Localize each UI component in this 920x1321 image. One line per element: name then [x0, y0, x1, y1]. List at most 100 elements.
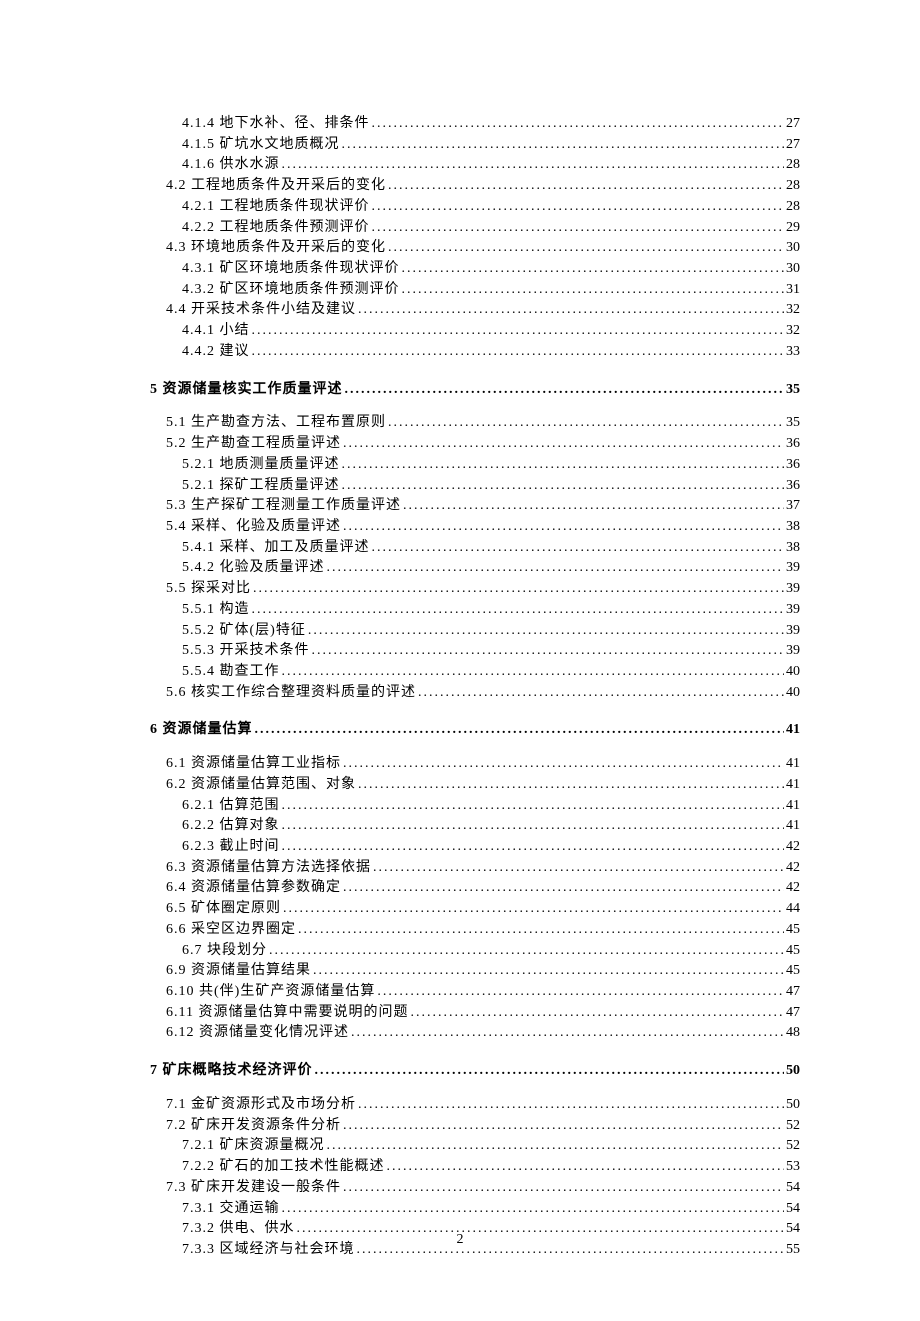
toc-leader-dots: [356, 300, 784, 321]
toc-page: 36: [784, 434, 800, 455]
toc-leader-dots: [416, 683, 784, 704]
toc-leader-dots: [341, 517, 784, 538]
toc-page: 52: [784, 1136, 800, 1157]
toc-leader-dots: [400, 259, 785, 280]
toc-page: 40: [784, 662, 800, 683]
toc-page: 48: [784, 1023, 800, 1044]
toc-leader-dots: [386, 176, 784, 197]
toc-page: 35: [784, 413, 800, 434]
toc-leader-dots: [370, 538, 785, 559]
toc-label: 7.3.1 交通运输: [182, 1199, 280, 1220]
toc-page: 36: [784, 476, 800, 497]
toc-entry: 6 资源储量估算41: [150, 720, 800, 741]
toc-entry: 4.3.1 矿区环境地质条件现状评价 30: [150, 259, 800, 280]
toc-page: 30: [784, 238, 800, 259]
toc-label: 4.1.6 供水水源: [182, 155, 280, 176]
toc-label: 4.4.1 小结: [182, 321, 250, 342]
toc-entry: 4.3 环境地质条件及开采后的变化30: [150, 238, 800, 259]
toc-page: 28: [784, 155, 800, 176]
toc-label: 6.2.1 估算范围: [182, 796, 280, 817]
toc-page: 50: [784, 1095, 800, 1116]
toc-label: 6.2 资源储量估算范围、对象: [166, 775, 356, 796]
toc-label: 5.5.4 勘查工作: [182, 662, 280, 683]
toc-leader-dots: [385, 1157, 785, 1178]
toc-label: 5.5.2 矿体(层)特征: [182, 621, 306, 642]
toc-label: 6.5 矿体圈定原则: [166, 899, 281, 920]
toc-label: 5.2.1 探矿工程质量评述: [182, 476, 340, 497]
toc-entry: 6.2.3 截止时间42: [150, 837, 800, 858]
toc-leader-dots: [253, 720, 785, 741]
toc-entry: 5.5 探采对比39: [150, 579, 800, 600]
toc-leader-dots: [341, 1178, 784, 1199]
toc-leader-dots: [375, 982, 784, 1003]
toc-entry: 6.2.2 估算对象41: [150, 816, 800, 837]
toc-entry: 5.6 核实工作综合整理资料质量的评述40: [150, 683, 800, 704]
toc-leader-dots: [341, 754, 784, 775]
toc-leader-dots: [280, 662, 785, 683]
toc-label: 4.4.2 建议: [182, 342, 250, 363]
table-of-contents: 4.1.4 地下水补、径、排条件274.1.5 矿坑水文地质概况274.1.6 …: [150, 114, 800, 1261]
toc-page: 39: [784, 621, 800, 642]
toc-leader-dots: [371, 858, 784, 879]
toc-leader-dots: [370, 114, 785, 135]
toc-entry: 5.1 生产勘查方法、工程布置原则35: [150, 413, 800, 434]
toc-entry: 6.6 采空区边界圈定45: [150, 920, 800, 941]
toc-label: 4.3.1 矿区环境地质条件现状评价: [182, 259, 400, 280]
toc-label: 5.4 采样、化验及质量评述: [166, 517, 341, 538]
toc-page: 38: [784, 517, 800, 538]
toc-leader-dots: [311, 961, 784, 982]
toc-entry: 6.12 资源储量变化情况评述48: [150, 1023, 800, 1044]
toc-page: 30: [784, 259, 800, 280]
toc-entry: 5 资源储量核实工作质量评述35: [150, 380, 800, 401]
toc-entry: 5.2.1 探矿工程质量评述 36: [150, 476, 800, 497]
toc-leader-dots: [267, 941, 784, 962]
toc-label: 6.7 块段划分: [182, 941, 267, 962]
toc-label: 4.3.2 矿区环境地质条件预测评价: [182, 280, 400, 301]
toc-label: 5.2 生产勘查工程质量评述: [166, 434, 341, 455]
toc-entry: 4.1.4 地下水补、径、排条件27: [150, 114, 800, 135]
toc-page: 45: [784, 941, 800, 962]
toc-entry: 6.4 资源储量估算参数确定42: [150, 878, 800, 899]
toc-leader-dots: [408, 1003, 784, 1024]
toc-entry: 6.2.1 估算范围 41: [150, 796, 800, 817]
toc-label: 4.2 工程地质条件及开采后的变化: [166, 176, 386, 197]
toc-page: 50: [784, 1061, 800, 1082]
toc-page: 41: [784, 775, 800, 796]
toc-page: 41: [784, 754, 800, 775]
toc-label: 5.5 探采对比: [166, 579, 251, 600]
toc-leader-dots: [250, 342, 785, 363]
toc-entry: 4.2.1 工程地质条件现状评价28: [150, 197, 800, 218]
toc-leader-dots: [280, 155, 785, 176]
toc-page: 39: [784, 558, 800, 579]
toc-leader-dots: [281, 899, 784, 920]
toc-label: 4.1.4 地下水补、径、排条件: [182, 114, 370, 135]
toc-page: 28: [784, 197, 800, 218]
toc-label: 6.3 资源储量估算方法选择依据: [166, 858, 371, 879]
toc-leader-dots: [356, 1095, 784, 1116]
toc-entry: 4.4 开采技术条件小结及建议32: [150, 300, 800, 321]
toc-entry: 6.1 资源储量估算工业指标41: [150, 754, 800, 775]
toc-page: 41: [784, 720, 800, 741]
toc-leader-dots: [325, 558, 785, 579]
toc-page: 32: [784, 300, 800, 321]
toc-leader-dots: [343, 380, 785, 401]
toc-label: 7.1 金矿资源形式及市场分析: [166, 1095, 356, 1116]
toc-page: 54: [784, 1178, 800, 1199]
toc-page: 44: [784, 899, 800, 920]
toc-page: 41: [784, 796, 800, 817]
toc-label: 5.5.3 开采技术条件: [182, 641, 310, 662]
toc-page: 39: [784, 600, 800, 621]
toc-leader-dots: [250, 600, 785, 621]
toc-entry: 6.10 共(伴)生矿产资源储量估算47: [150, 982, 800, 1003]
toc-leader-dots: [251, 579, 784, 600]
toc-leader-dots: [310, 641, 785, 662]
toc-label: 6.9 资源储量估算结果: [166, 961, 311, 982]
toc-page: 35: [784, 380, 800, 401]
toc-leader-dots: [341, 878, 784, 899]
toc-leader-dots: [400, 280, 785, 301]
toc-page: 47: [784, 1003, 800, 1024]
toc-label: 5.4.2 化验及质量评述: [182, 558, 325, 579]
toc-leader-dots: [325, 1136, 785, 1157]
toc-page: 29: [784, 218, 800, 239]
toc-label: 5.2.1 地质测量质量评述: [182, 455, 340, 476]
